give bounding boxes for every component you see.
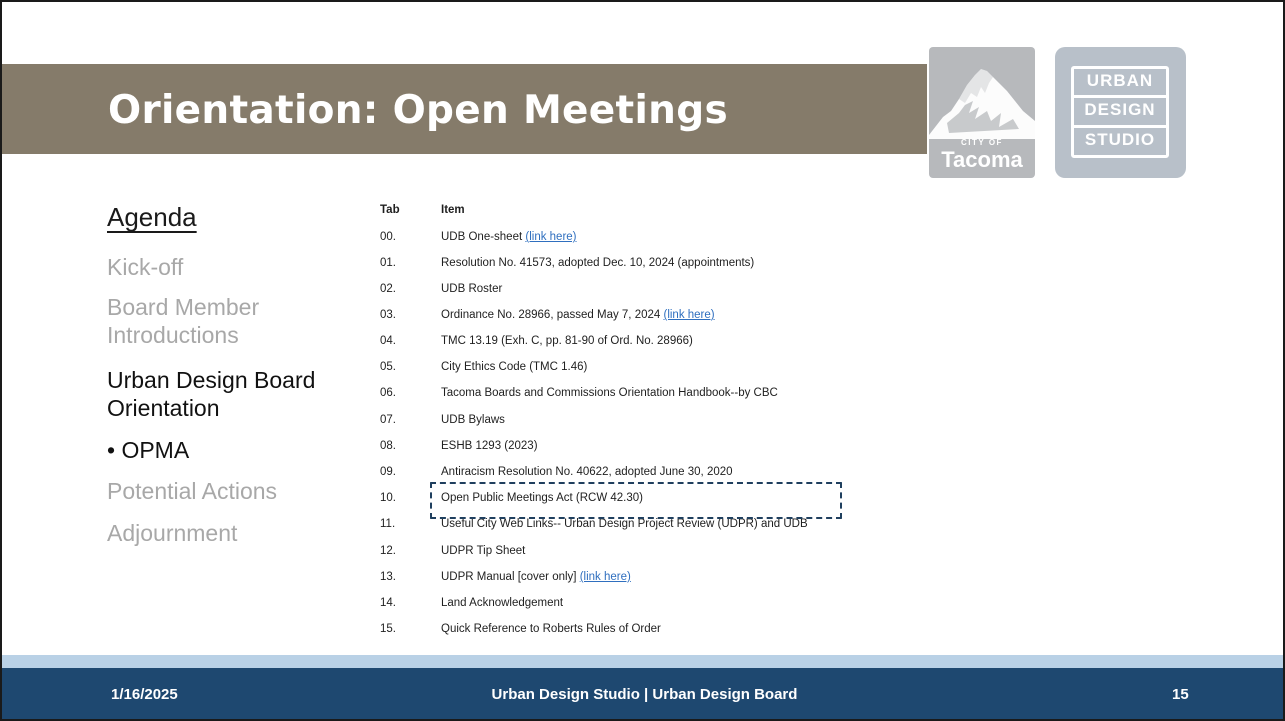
urban-design-studio-logo: URBAN DESIGN STUDIO (1055, 47, 1186, 178)
uds-logo-line-1: URBAN (1086, 71, 1154, 90)
table-cell-item: UDPR Manual [cover only] (link here) (441, 571, 631, 583)
uds-logo-frame: URBAN DESIGN STUDIO (1071, 66, 1169, 158)
table-cell-item: UDB One-sheet (link here) (441, 231, 577, 243)
link-here[interactable]: (link here) (525, 231, 576, 243)
table-cell-item: Ordinance No. 28966, passed May 7, 2024 … (441, 309, 715, 321)
item-text: Ordinance No. 28966, passed May 7, 2024 (441, 309, 664, 321)
table-cell-tab: 11. (380, 518, 396, 530)
table-cell-item: Land Acknowledgement (441, 597, 564, 609)
table-cell-item: City Ethics Code (TMC 1.46) (441, 361, 588, 373)
footer-bar: 1/16/2025 Urban Design Studio | Urban De… (2, 668, 1283, 719)
footer-accent-band (2, 655, 1283, 668)
table-cell-tab: 03. (380, 309, 396, 321)
city-of-tacoma-logo: CITY OF Tacoma (929, 47, 1035, 178)
item-text: UDB One-sheet (441, 231, 526, 243)
table-cell-tab: 12. (380, 545, 396, 557)
uds-logo-divider (1074, 95, 1166, 98)
table-cell-tab: 13. (380, 571, 396, 583)
table-cell-item: UDB Bylaws (441, 414, 505, 426)
table-cell-tab: 01. (380, 257, 396, 269)
tacoma-logo-name: Tacoma (941, 147, 1023, 172)
agenda-heading: Agenda (107, 202, 197, 232)
table-cell-item: UDPR Tip Sheet (441, 545, 526, 557)
agenda-item-urban-design-board: Urban Design Board (107, 367, 316, 393)
uds-logo-line-2: DESIGN (1084, 100, 1156, 119)
table-cell-tab: 06. (380, 387, 396, 399)
table-cell-item: Tacoma Boards and Commissions Orientatio… (441, 387, 778, 399)
agenda-item-orientation: Orientation (107, 395, 220, 421)
table-cell-tab: 05. (380, 361, 396, 373)
footer-title: Urban Design Studio | Urban Design Board (491, 686, 798, 703)
table-cell-tab: 10. (380, 492, 396, 504)
table-cell-item: Quick Reference to Roberts Rules of Orde… (441, 623, 661, 635)
tacoma-logo-small-text: CITY OF (961, 138, 1003, 147)
table-cell-tab: 14. (380, 597, 396, 609)
table-cell-tab: 00. (380, 231, 396, 243)
table-cell-item: ESHB 1293 (2023) (441, 440, 538, 452)
agenda-item-adjournment: Adjournment (107, 520, 238, 546)
table-cell-item: UDB Roster (441, 283, 503, 295)
item-text: UDPR Manual [cover only] (441, 571, 580, 583)
table-cell-item: TMC 13.19 (Exh. C, pp. 81-90 of Ord. No.… (441, 335, 693, 347)
uds-logo-divider (1074, 125, 1166, 128)
table-cell-tab: 08. (380, 440, 396, 452)
agenda-item-kickoff: Kick-off (107, 254, 184, 280)
uds-logo-line-3: STUDIO (1084, 130, 1156, 149)
table-cell-tab: 15. (380, 623, 396, 635)
agenda-item-opma: • OPMA (107, 437, 190, 463)
table-header-tab: Tab (380, 204, 400, 216)
table-cell-item: Resolution No. 41573, adopted Dec. 10, 2… (441, 257, 755, 269)
table-cell-item: Antiracism Resolution No. 40622, adopted… (441, 466, 733, 478)
table-cell-item: Useful City Web Links-- Urban Design Pro… (441, 518, 808, 530)
agenda-item-board-member: Board Member (107, 294, 260, 320)
table-cell-tab: 04. (380, 335, 396, 347)
slide-number: 15 (1172, 686, 1189, 703)
agenda-item-introductions: Introductions (107, 322, 239, 348)
slide-title: Orientation: Open Meetings (108, 88, 728, 133)
link-here[interactable]: (link here) (580, 571, 631, 583)
link-here[interactable]: (link here) (663, 309, 714, 321)
table-cell-tab: 02. (380, 283, 396, 295)
opma-highlight-box (430, 482, 842, 519)
table-header-item: Item (441, 204, 465, 216)
slide: Orientation: Open Meetings CITY OF Tacom… (0, 0, 1285, 721)
table-cell-tab: 07. (380, 414, 396, 426)
agenda-item-potential-actions: Potential Actions (107, 478, 278, 504)
table-cell-tab: 09. (380, 466, 396, 478)
